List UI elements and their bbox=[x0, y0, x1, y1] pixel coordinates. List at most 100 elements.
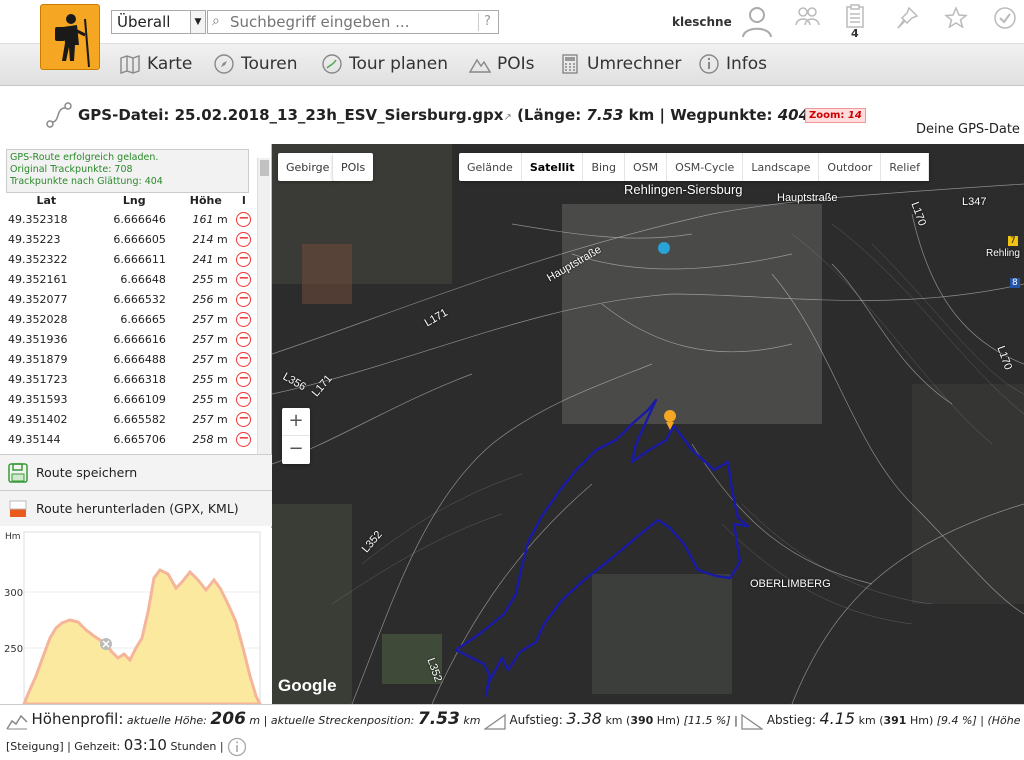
hoehe-value: 257 bbox=[192, 332, 214, 346]
remove-point-icon[interactable]: − bbox=[236, 291, 252, 307]
current-height-value: 206 bbox=[210, 709, 246, 729]
hoehe-value: 256 bbox=[192, 292, 214, 306]
map-type-satellit[interactable]: Satellit bbox=[522, 153, 584, 181]
map-view[interactable]: Rehlingen-Siersburg Hauptstraße Hauptstr… bbox=[272, 144, 1024, 704]
map-type-landscape[interactable]: Landscape bbox=[743, 153, 820, 181]
info-icon[interactable] bbox=[227, 737, 247, 757]
route-plan-icon bbox=[322, 54, 342, 74]
status-line: GPS-Route erfolgreich geladen. bbox=[10, 152, 159, 163]
hoehe-value: 241 bbox=[192, 252, 214, 266]
hoehe-cell: 214 m bbox=[178, 229, 234, 249]
table-row[interactable]: 49.351723 6.666318 255 m − bbox=[2, 369, 254, 389]
position-label: | aktuelle Streckenposition: bbox=[263, 714, 415, 727]
gps-file-title: GPS-Datei: 25.02.2018_13_23h_ESV_Siersbu… bbox=[78, 106, 821, 124]
save-route-button[interactable]: Route speichern bbox=[0, 454, 272, 490]
table-row[interactable]: 49.352322 6.666611 241 m − bbox=[2, 249, 254, 269]
list-icon[interactable] bbox=[845, 4, 865, 28]
remove-point-icon[interactable]: − bbox=[236, 211, 252, 227]
remove-point-icon[interactable]: − bbox=[236, 431, 252, 447]
map-type-gel-nde[interactable]: Gelände bbox=[459, 153, 522, 181]
site-logo[interactable] bbox=[40, 4, 100, 70]
download-route-button[interactable]: Route herunterladen (GPX, KML) bbox=[0, 490, 272, 526]
username[interactable]: kleschne bbox=[672, 15, 732, 29]
table-row[interactable]: 49.352028 6.66665 257 m − bbox=[2, 309, 254, 329]
elevation-profile-chart[interactable]: Hm 300 250 bbox=[0, 528, 272, 706]
nav-item-pois[interactable]: POIs bbox=[469, 53, 535, 75]
ascent-value: 3.38 bbox=[566, 709, 602, 728]
trackpoints-table: Lat Lng Höhe l 49.352318 6.666646 161 m −49… bbox=[2, 192, 254, 449]
delete-cell: − bbox=[234, 269, 254, 289]
table-row[interactable]: 49.352077 6.666532 256 m − bbox=[2, 289, 254, 309]
remove-point-icon[interactable]: − bbox=[236, 391, 252, 407]
status-message: GPS-Route erfolgreich geladen. Original … bbox=[6, 149, 249, 193]
zoom-in-button[interactable]: + bbox=[282, 408, 310, 436]
trackpoints-scrollbar[interactable] bbox=[257, 158, 270, 456]
gebirge-button[interactable]: Gebirge bbox=[278, 153, 338, 181]
map-type-bing[interactable]: Bing bbox=[583, 153, 626, 181]
remove-point-icon[interactable]: − bbox=[236, 271, 252, 287]
hoehe-unit: m bbox=[216, 392, 228, 406]
stats-row-2: [Steigung] | Gehzeit: 03:10 Stunden | bbox=[6, 736, 247, 757]
check-icon[interactable] bbox=[993, 6, 1017, 30]
user-avatar-icon[interactable] bbox=[740, 4, 774, 38]
map-type-osm-cycle[interactable]: OSM-Cycle bbox=[667, 153, 744, 181]
remove-point-icon[interactable]: − bbox=[236, 331, 252, 347]
table-row[interactable]: 49.35223 6.666605 214 m − bbox=[2, 229, 254, 249]
map-type-osm[interactable]: OSM bbox=[625, 153, 668, 181]
table-row[interactable]: 49.352318 6.666646 161 m − bbox=[2, 209, 254, 229]
lng-cell: 6.666646 bbox=[113, 212, 166, 226]
y-tick-250: 250 bbox=[4, 644, 23, 655]
delete-cell: − bbox=[234, 229, 254, 249]
remove-point-icon[interactable]: − bbox=[236, 231, 252, 247]
position-value: 7.53 bbox=[417, 709, 460, 729]
pois-button[interactable]: POIs bbox=[333, 153, 374, 181]
friends-icon[interactable] bbox=[794, 6, 820, 28]
lng-cell: 6.665582 bbox=[113, 412, 166, 426]
delete-cell: − bbox=[234, 209, 254, 229]
star-icon[interactable] bbox=[944, 6, 968, 30]
remove-point-icon[interactable]: − bbox=[236, 411, 252, 427]
gehzeit-value: 03:10 bbox=[123, 736, 167, 754]
table-row[interactable]: 49.351936 6.666616 257 m − bbox=[2, 329, 254, 349]
remove-point-icon[interactable]: − bbox=[236, 351, 252, 367]
nav-item-karte[interactable]: Karte bbox=[119, 53, 192, 75]
chevron-down-icon[interactable]: ▼ bbox=[190, 11, 205, 33]
lng-cell: 6.666532 bbox=[113, 292, 166, 306]
nav-label: Touren bbox=[241, 54, 298, 74]
zoom-label: Zoom: bbox=[809, 110, 848, 121]
remove-point-icon[interactable]: − bbox=[236, 371, 252, 387]
table-row[interactable]: 49.351879 6.666488 257 m − bbox=[2, 349, 254, 369]
remove-point-icon[interactable]: − bbox=[236, 251, 252, 267]
table-row[interactable]: 49.351402 6.665582 257 m − bbox=[2, 409, 254, 429]
lng-cell: 6.666616 bbox=[113, 332, 166, 346]
nav-label: Infos bbox=[726, 54, 768, 74]
table-row[interactable]: 49.352161 6.66648 255 m − bbox=[2, 269, 254, 289]
stats-row-1: Höhenprofil: aktuelle Höhe: 206 m | aktu… bbox=[6, 709, 1021, 730]
table-row[interactable]: 49.35144 6.665706 258 m − bbox=[2, 429, 254, 449]
search-icon: ⌕ bbox=[212, 13, 220, 29]
hoehe-cell: 255 m bbox=[178, 389, 234, 409]
y-unit-label: Hm bbox=[5, 532, 21, 542]
map-type-selector: Gelände Satellit Bing OSM OSM-Cycle Landscape… bbox=[459, 153, 930, 181]
search-help-button[interactable]: ? bbox=[478, 13, 496, 31]
nav-item-umrechner[interactable]: Umrechner bbox=[559, 53, 681, 75]
gps-filename[interactable]: 25.02.2018_13_23h_ESV_Siersburg.gpx bbox=[175, 106, 504, 124]
lat-cell: 49.352077 bbox=[8, 292, 68, 306]
search-input[interactable] bbox=[230, 12, 480, 32]
scope-select[interactable]: Überall ▼ bbox=[111, 10, 206, 34]
table-row[interactable]: 49.351593 6.666109 255 m − bbox=[2, 389, 254, 409]
nav-item-tour-planen[interactable]: Tour planen bbox=[321, 53, 448, 75]
map-type-relief[interactable]: Relief bbox=[881, 153, 930, 181]
pin-icon[interactable] bbox=[895, 6, 919, 30]
route-icon bbox=[46, 102, 72, 128]
remove-point-icon[interactable]: − bbox=[236, 311, 252, 327]
map-type-outdoor[interactable]: Outdoor bbox=[819, 153, 882, 181]
nav-item-infos[interactable]: Infos bbox=[698, 53, 767, 75]
map-icon bbox=[120, 55, 140, 74]
nav-item-touren[interactable]: Touren bbox=[213, 53, 298, 75]
external-link-icon[interactable]: ↗ bbox=[503, 112, 511, 123]
position-unit: km bbox=[463, 714, 481, 727]
zoom-out-button[interactable]: − bbox=[282, 436, 310, 464]
y-tick-300: 300 bbox=[4, 588, 23, 599]
lng-cell: 6.66648 bbox=[120, 272, 166, 286]
